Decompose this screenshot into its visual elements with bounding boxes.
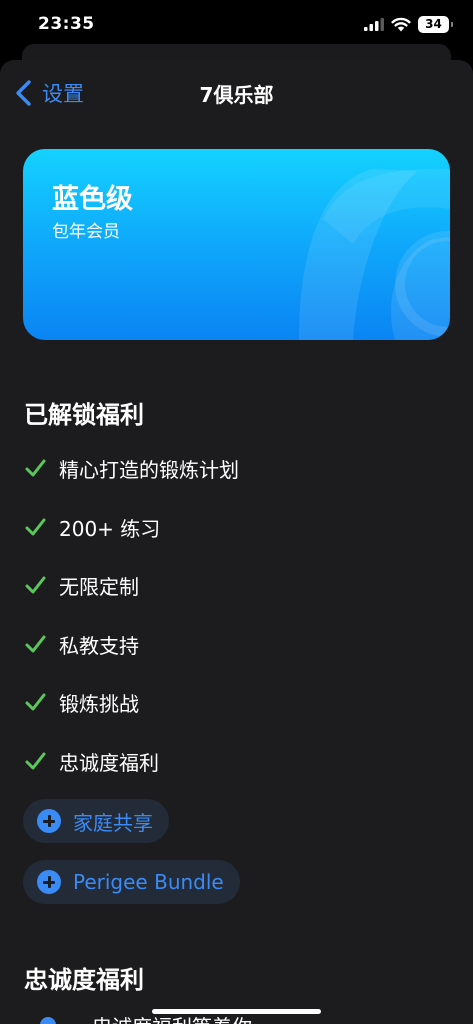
section-title-unlocked: 已解锁福利: [24, 401, 144, 429]
benefit-label: 无限定制: [59, 574, 139, 599]
battery-icon: 34: [418, 16, 453, 33]
plus-circle-icon: [37, 809, 61, 833]
checkmark-icon: [25, 518, 46, 536]
benefit-item: 无限定制: [24, 571, 139, 599]
checkmark-icon: [25, 459, 46, 477]
benefit-item: 锻炼挑战: [24, 688, 139, 716]
membership-card: 蓝色级 包年会员: [23, 149, 450, 340]
checkmark-icon: [25, 576, 46, 594]
checkmark-icon: [25, 693, 46, 711]
benefit-item: 精心打造的锻炼计划: [24, 454, 239, 482]
checkmark-icon: [25, 635, 46, 653]
club-sheet: 设置 7俱乐部 蓝色级 包年会员 已解锁福利 精心打造的锻炼计划 200+ 练习…: [0, 60, 473, 1024]
cellular-signal-icon: [364, 18, 384, 31]
benefit-label: 锻炼挑战: [59, 691, 139, 716]
benefit-label: 忠诚度福利: [59, 750, 159, 775]
wifi-icon: [391, 17, 411, 32]
benefit-label: 精心打造的锻炼计划: [59, 457, 239, 482]
benefit-item: 私教支持: [24, 630, 139, 658]
section-title-loyalty: 忠诚度福利: [24, 966, 144, 994]
benefit-label: 200+ 练习: [59, 516, 161, 541]
card-tier: 蓝色级: [52, 184, 133, 215]
bullet-icon: [40, 1017, 56, 1024]
status-time: 23:35: [38, 14, 95, 34]
family-sharing-button[interactable]: 家庭共享: [23, 799, 169, 843]
addon-label: 家庭共享: [73, 810, 153, 835]
home-indicator[interactable]: [152, 1009, 321, 1014]
benefit-item: 忠诚度福利: [24, 747, 159, 775]
page-title: 7俱乐部: [199, 83, 274, 107]
addon-label: Perigee Bundle: [73, 870, 224, 894]
benefit-label: 私教支持: [59, 633, 139, 658]
benefit-item: 200+ 练习: [24, 513, 160, 541]
perigee-bundle-button[interactable]: Perigee Bundle: [23, 860, 240, 904]
card-membership-type: 包年会员: [52, 222, 120, 242]
checkmark-icon: [25, 752, 46, 770]
plus-circle-icon: [37, 870, 61, 894]
